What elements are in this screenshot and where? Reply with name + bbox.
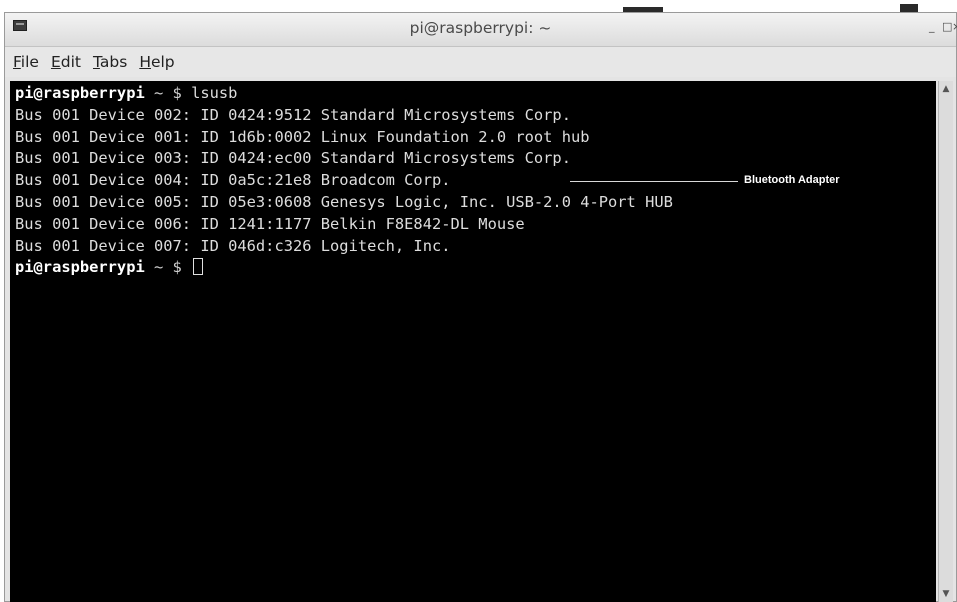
output-line-text: Bus 001 Device 004: ID 0a5c:21e8 Broadco…: [15, 171, 451, 190]
maximize-button[interactable]: □: [942, 21, 952, 33]
menu-bar: File Edit Tabs Help: [5, 47, 956, 77]
menu-file-label: ile: [20, 53, 39, 71]
prompt-user: pi@raspberrypi: [15, 84, 145, 102]
prompt-user: pi@raspberrypi: [15, 258, 145, 277]
menu-tabs[interactable]: Tabs: [93, 53, 127, 71]
menu-edit[interactable]: Edit: [51, 53, 81, 71]
command-line: pi@raspberrypi ~ $ lsusb: [15, 83, 936, 105]
window-title: pi@raspberrypi: ~: [409, 19, 552, 37]
menu-tabs-label: abs: [99, 53, 128, 71]
output-line: Bus 001 Device 002: ID 0424:9512 Standar…: [15, 105, 571, 124]
annotation-leader-line: [570, 180, 738, 182]
menu-help[interactable]: Help: [139, 53, 174, 71]
command-text: lsusb: [191, 84, 238, 102]
menu-file[interactable]: File: [13, 53, 39, 71]
scroll-up-arrow-icon[interactable]: ▲: [939, 81, 953, 97]
title-bar[interactable]: pi@raspberrypi: ~ _ □ ×: [5, 13, 957, 47]
menu-edit-mnemonic: E: [50, 53, 61, 71]
background-mark: [900, 4, 918, 12]
terminal-output[interactable]: pi@raspberrypi ~ $ lsusb Bus 001 Device …: [10, 81, 936, 602]
output-line: Bus 001 Device 005: ID 05e3:0608 Genesys…: [15, 192, 673, 211]
menu-help-mnemonic: H: [139, 53, 151, 71]
scroll-down-arrow-icon[interactable]: ▼: [939, 586, 953, 602]
prompt-symbol: ~ $: [144, 258, 192, 277]
minimize-button[interactable]: _: [929, 21, 935, 33]
terminal-window: pi@raspberrypi: ~ _ □ × File Edit Tabs H…: [4, 12, 957, 602]
annotation-label: Bluetooth Adapter: [744, 174, 840, 187]
close-button[interactable]: ×: [952, 21, 957, 33]
output-line: Bus 001 Device 001: ID 1d6b:0002 Linux F…: [15, 127, 590, 146]
output-line: Bus 001 Device 003: ID 0424:ec00 Standar…: [15, 149, 571, 168]
output-line: Bus 001 Device 007: ID 046d:c326 Logitec…: [15, 236, 451, 255]
text-cursor: [193, 258, 204, 276]
vertical-scrollbar[interactable]: ▲ ▼: [938, 81, 953, 602]
output-line: Bus 001 Device 006: ID 1241:1177 Belkin …: [15, 214, 525, 233]
menu-tabs-mnemonic: T: [92, 53, 100, 71]
bluetooth-annotation: Bluetooth Adapter: [570, 170, 840, 192]
prompt-line[interactable]: pi@raspberrypi ~ $: [15, 257, 936, 279]
menu-help-label: elp: [150, 53, 175, 71]
menu-edit-label: dit: [60, 53, 81, 71]
prompt-symbol: ~ $: [144, 84, 192, 102]
menu-file-mnemonic: F: [13, 53, 21, 71]
output-line-bluetooth: Bus 001 Device 004: ID 0a5c:21e8 Broadco…: [15, 170, 936, 192]
